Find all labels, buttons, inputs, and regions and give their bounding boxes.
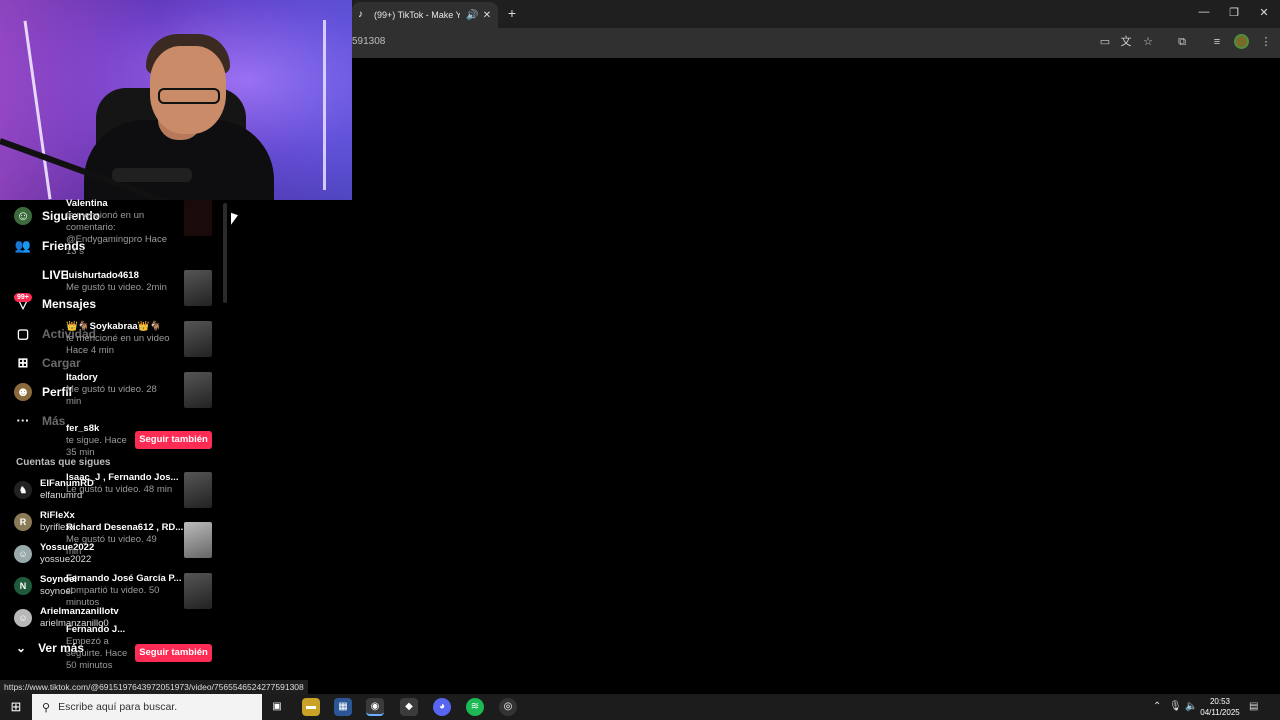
account-avatar: ☺ — [14, 545, 32, 563]
video-thumbnail[interactable] — [184, 573, 212, 609]
live-icon — [14, 266, 32, 284]
chrome-icon[interactable]: ◉ — [366, 698, 384, 716]
notifications-scrollbar[interactable] — [223, 203, 227, 303]
account-avatar: R — [14, 513, 32, 531]
media-control-icon[interactable]: ≡ — [1210, 35, 1224, 49]
browser-tab-tiktok[interactable]: ♪ (99+) TikTok - Make Your Da 🔊 ✕ — [352, 2, 498, 28]
volume-icon[interactable]: 🔈 — [1185, 701, 1197, 712]
led-light-bar — [323, 20, 326, 190]
nav-label: Mensajes — [42, 297, 97, 311]
nav-item-live[interactable]: LIVE — [14, 266, 69, 284]
obs-icon[interactable]: ◎ — [499, 698, 517, 716]
profile-avatar-icon: ☻ — [14, 383, 32, 401]
mouse-cursor — [231, 212, 238, 228]
video-thumbnail[interactable] — [184, 472, 212, 508]
more-dots-icon: ··· — [16, 413, 30, 428]
tab-title: (99+) TikTok - Make Your Da — [374, 10, 460, 20]
taskbar-search-box[interactable]: ⚲ Escribe aquí para buscar. — [32, 694, 262, 720]
microphone — [112, 168, 192, 182]
video-thumbnail[interactable] — [184, 321, 212, 357]
chevron-down-icon: ⌄ — [16, 641, 27, 655]
new-tab-button[interactable]: + — [505, 5, 519, 21]
tiktok-favicon-icon: ♪ — [358, 9, 363, 20]
video-thumbnail[interactable] — [184, 522, 212, 558]
nav-label: Más — [42, 414, 66, 428]
messages-badge: 99+ — [14, 293, 32, 302]
minimize-icon[interactable]: — — [1196, 6, 1212, 18]
file-explorer-icon[interactable]: ▬ — [302, 698, 320, 716]
address-bar[interactable]: 591308 — [352, 36, 385, 47]
link-status-bar: https://www.tiktok.com/@6915197643972051… — [0, 680, 308, 694]
follow-back-button[interactable]: Seguir también — [135, 644, 212, 662]
close-tab-icon[interactable]: ✕ — [482, 10, 492, 21]
account-avatar: N — [14, 577, 32, 595]
windows-start-icon[interactable]: ⊞ — [8, 699, 24, 715]
nav-label: LIVE — [42, 268, 69, 282]
browser-menu-icon[interactable]: ⋮ — [1259, 35, 1273, 49]
webcam-overlay — [0, 0, 352, 200]
activity-icon: ▢ — [16, 326, 30, 341]
nav-label: Cargar — [42, 356, 81, 370]
video-thumbnail[interactable] — [184, 270, 212, 306]
discord-icon[interactable]: ◕ — [433, 698, 451, 716]
nav-item-perfil[interactable]: ☻ Perfil — [14, 383, 72, 401]
tray-chevron-up-icon[interactable]: ⌃ — [1153, 701, 1161, 712]
friends-icon: 👥 — [14, 238, 32, 253]
video-thumbnail[interactable] — [184, 372, 212, 408]
restore-icon[interactable]: ❐ — [1226, 6, 1242, 19]
spotify-icon[interactable]: ≋ — [466, 698, 484, 716]
system-clock[interactable]: 20:53 04/11/2025 — [1200, 696, 1240, 718]
speaker-icon[interactable]: 🔊 — [466, 10, 478, 21]
notifications-icon[interactable]: ▤ — [1249, 701, 1258, 712]
follow-back-button[interactable]: Seguir también — [135, 431, 212, 449]
install-app-icon[interactable]: ▭ — [1098, 35, 1112, 49]
roblox-icon[interactable]: ◆ — [400, 698, 418, 716]
extensions-icon[interactable]: ⧉ — [1175, 35, 1189, 49]
bookmark-star-icon[interactable]: ☆ — [1141, 35, 1155, 49]
video-thumbnail[interactable] — [184, 200, 212, 236]
translate-icon[interactable]: 文 — [1119, 35, 1133, 49]
close-window-icon[interactable]: ✕ — [1256, 6, 1272, 19]
store-icon[interactable]: ▦ — [334, 698, 352, 716]
account-avatar: ♞ — [14, 481, 32, 499]
glasses — [158, 88, 220, 104]
account-avatar: ☺ — [14, 609, 32, 627]
upload-icon: ⊞ — [17, 355, 29, 370]
task-view-icon[interactable]: ▣ — [268, 698, 286, 716]
nav-item-mas[interactable]: ··· Más — [14, 412, 66, 430]
profile-avatar[interactable] — [1234, 34, 1249, 49]
search-icon: ⚲ — [42, 701, 51, 714]
microphone-icon[interactable]: 🎙 — [1169, 701, 1182, 712]
following-avatar-icon: ☺ — [14, 207, 32, 225]
